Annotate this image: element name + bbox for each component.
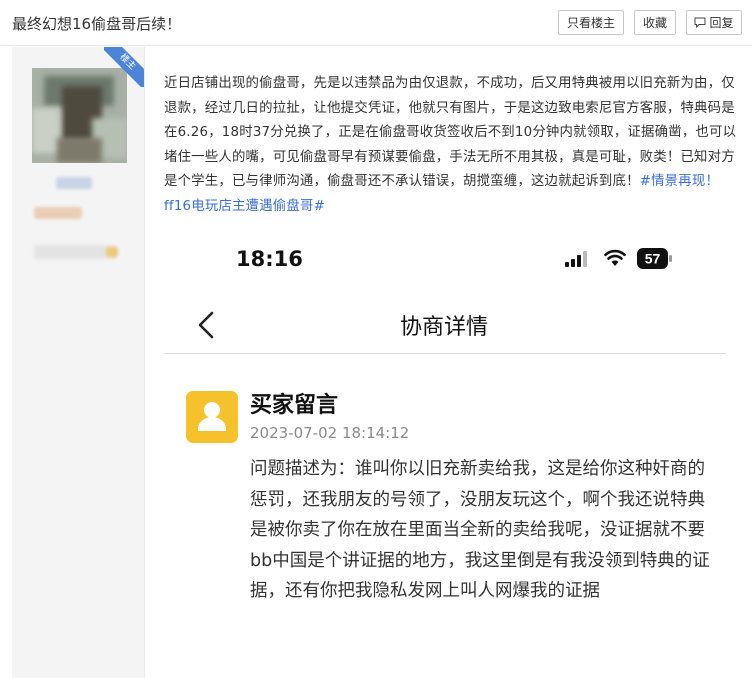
user-info-redacted — [34, 245, 116, 259]
topic-tag-link-2[interactable]: ff16电玩店主遭遇偷盘哥# — [164, 199, 325, 214]
battery-level: 57 — [645, 251, 661, 267]
reply-button[interactable]: 回复 — [686, 10, 742, 35]
only-op-button[interactable]: 只看楼主 — [558, 10, 624, 35]
buyer-message-title: 买家留言 — [250, 393, 339, 418]
author-sidebar: 楼主 — [12, 47, 145, 678]
thread-title: 最终幻想16偷盘哥后续！ — [12, 15, 182, 33]
reply-icon — [694, 17, 706, 28]
op-badge-label: 楼主 — [104, 47, 144, 87]
negotiation-detail-title: 协商详情 — [399, 315, 488, 340]
signal-icon — [565, 251, 587, 267]
user-level-redacted — [34, 207, 82, 219]
battery-icon: 57 — [637, 248, 672, 269]
favorite-button[interactable]: 收藏 — [634, 10, 676, 35]
username-redacted — [56, 177, 92, 189]
user-medal-redacted — [106, 247, 118, 257]
nav-divider — [164, 353, 726, 354]
status-time: 18:16 — [236, 247, 303, 271]
post-content: 近日店铺出现的偷盘哥，先是以违禁品为由仅退款，不成功，后又用特典被用以旧充新为由… — [164, 72, 742, 220]
op-badge: 楼主 — [104, 47, 144, 87]
user-icon — [198, 402, 226, 431]
thread-header: 最终幻想16偷盘哥后续！ 只看楼主 收藏 回复 — [0, 0, 752, 46]
reply-label: 回复 — [709, 16, 734, 30]
topic-tag-link[interactable]: #情景再现！ — [640, 174, 719, 189]
buyer-message-text: 问题描述为：谁叫你以旧充新卖给我，这是给你这种奸商的惩罚，还我朋友的号领了，没朋… — [250, 459, 710, 602]
message-timestamp: 2023-07-02 18:14:12 — [250, 424, 410, 442]
buyer-avatar — [186, 391, 238, 443]
post-text: 近日店铺出现的偷盘哥，先是以违禁品为由仅退款，不成功，后又用特典被用以旧充新为由… — [164, 76, 737, 190]
embedded-screenshot[interactable]: 18:16 57 协商详情 买家留言 2023-07-02 18:14:12 问… — [164, 225, 746, 678]
wifi-icon — [604, 249, 626, 266]
